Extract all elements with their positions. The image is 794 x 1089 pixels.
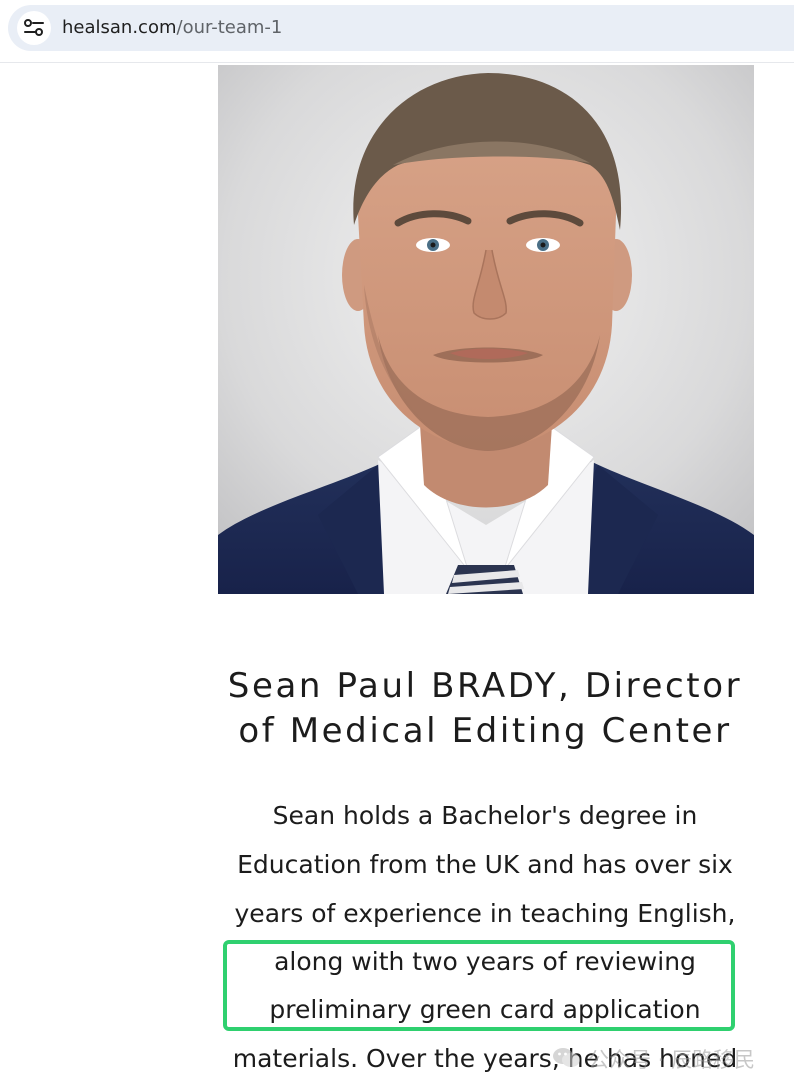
bio-line: years of experience in teaching English, (234, 899, 736, 928)
url-path: /our-team-1 (176, 17, 283, 38)
highlight-box (223, 940, 735, 1031)
url-host: healsan.com (62, 17, 177, 38)
address-bar[interactable]: healsan.com/our-team-1 (8, 5, 794, 51)
bio-line: Sean holds a Bachelor's degree in (272, 801, 698, 830)
site-info-button[interactable] (17, 11, 51, 45)
browser-toolbar: healsan.com/our-team-1 (0, 0, 794, 63)
url-text[interactable]: healsan.com/our-team-1 (62, 17, 282, 39)
page: healsan.com/our-team-1 Sean Paul BRADY, … (0, 0, 794, 1089)
team-member-heading: Sean Paul BRADY, Director of Medical Edi… (190, 664, 780, 754)
bio-line: Education from the UK and has over six (237, 850, 733, 879)
watermark-text: 公众号 · 辰路移民 (588, 1048, 756, 1072)
heading-line-1: Sean Paul BRADY, Director (227, 666, 743, 706)
wechat-icon (552, 1046, 582, 1074)
profile-photo (218, 65, 754, 594)
heading-line-2: of Medical Editing Center (238, 711, 732, 751)
